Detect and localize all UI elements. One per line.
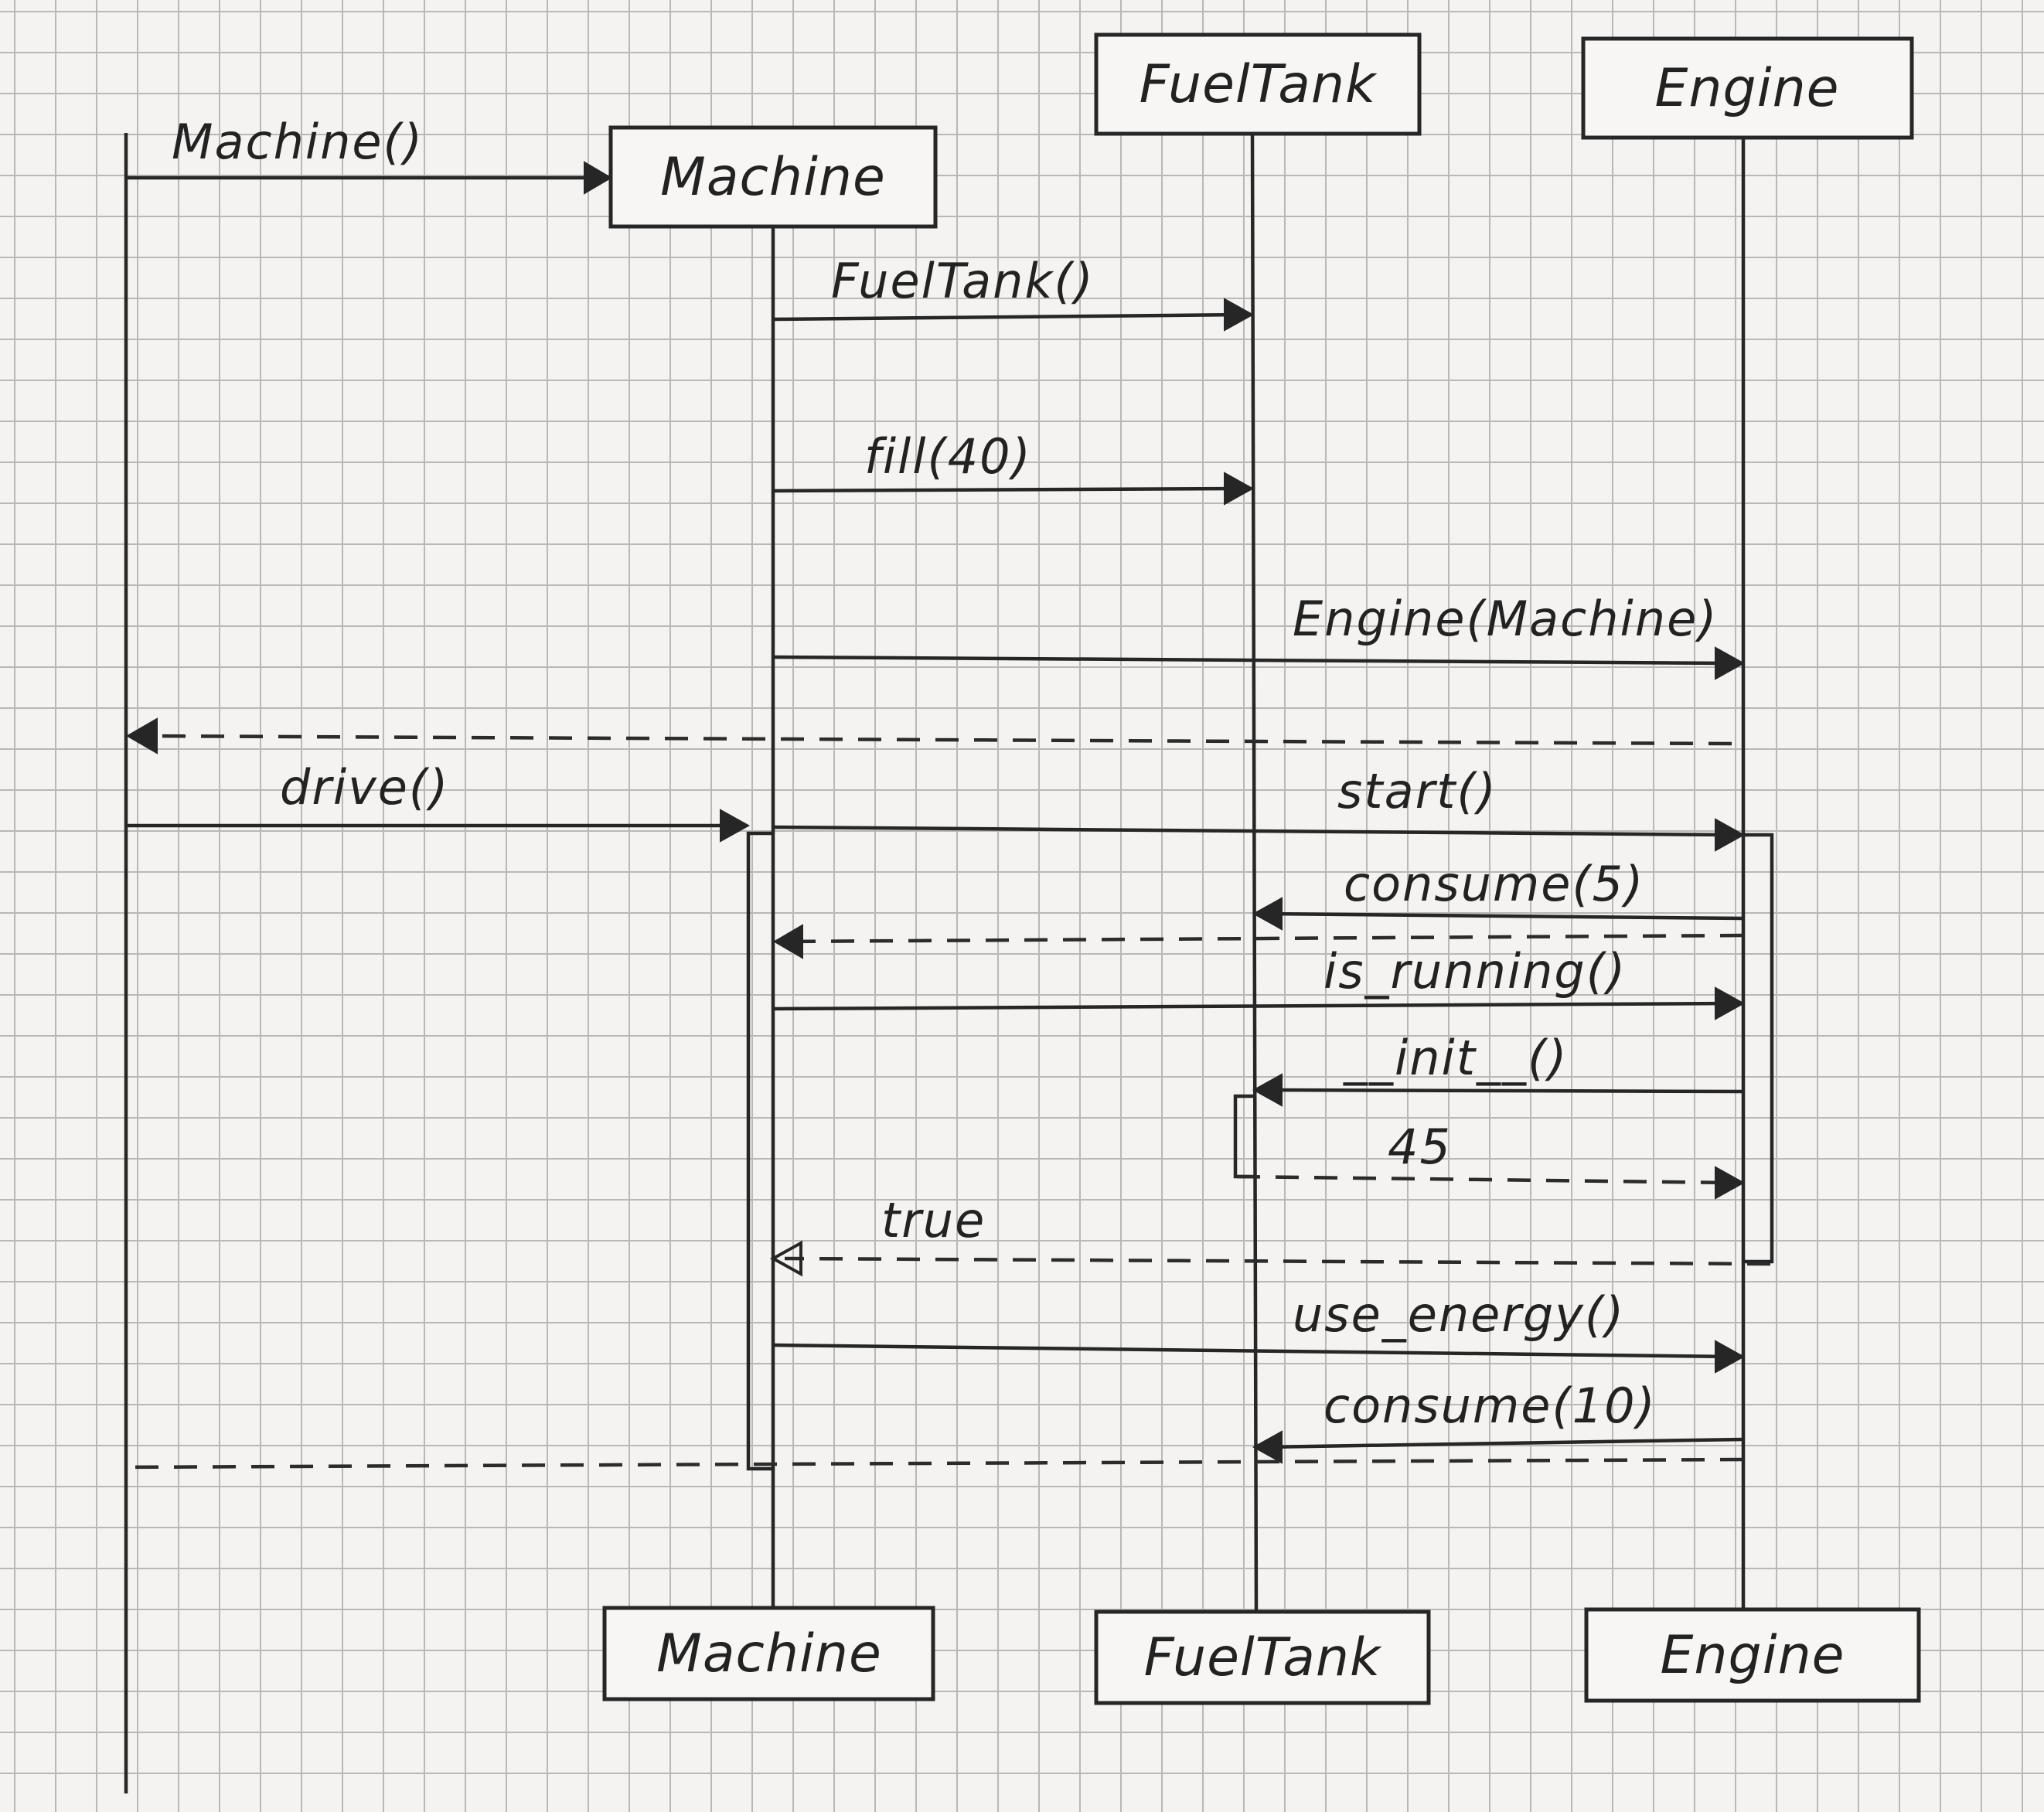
- engine-ctor-arrowhead: [1715, 646, 1746, 680]
- consume-5-arrowhead: [1252, 897, 1283, 931]
- machine-ctor-return: [142, 734, 1732, 746]
- machine-ctor-arrowhead: [584, 161, 612, 195]
- true-return: [784, 1256, 1771, 1266]
- sequence-diagram: Machine FuelTank Engine Machine() FuelTa…: [123, 32, 1921, 1793]
- engine-activation-bar: [1741, 833, 1774, 1264]
- engine-label-top: Engine: [1654, 58, 1839, 119]
- fueltank-label-top: FuelTank: [1140, 54, 1378, 115]
- start-arrowhead: [1715, 818, 1746, 852]
- machine-label-top: Machine: [660, 147, 886, 208]
- engine-ctor-label: Engine(Machine): [1293, 591, 1718, 647]
- fueltank-ctor-label: FuelTank(): [831, 253, 1095, 309]
- drive-return: [123, 1457, 1744, 1470]
- init-label: __init__(): [1343, 1030, 1568, 1086]
- fill-arrowhead: [1224, 472, 1255, 506]
- consume-10-label: consume(10): [1323, 1378, 1657, 1434]
- fueltank-activation-bar: [1233, 1094, 1255, 1179]
- is-running-arrowhead: [1715, 986, 1746, 1020]
- start-label: start(): [1337, 763, 1497, 819]
- fueltank-label-bottom: FuelTank: [1144, 1627, 1382, 1688]
- fueltank-ctor-arrow: [772, 312, 1244, 322]
- consume-10-arrow: [1263, 1437, 1744, 1449]
- consume-5-arrow: [1263, 911, 1744, 921]
- consume-5-label: consume(5): [1344, 856, 1644, 912]
- use-energy-arrow: [772, 1343, 1734, 1359]
- machine-activation-bar: [746, 831, 775, 1471]
- drive-arrowhead: [720, 809, 751, 843]
- use-energy-arrowhead: [1715, 1340, 1746, 1374]
- init-arrow: [1263, 1088, 1744, 1094]
- fill-arrow: [772, 486, 1244, 493]
- fueltank-lifeline: [1250, 133, 1259, 1616]
- is-running-label: is_running(): [1323, 943, 1627, 1000]
- machine-ctor-label: Machine(): [172, 114, 424, 170]
- fill-label: fill(40): [864, 428, 1032, 485]
- machine-ctor-return-arrowhead: [126, 717, 158, 754]
- start-return: [784, 933, 1744, 944]
- value-45-arrowhead: [1715, 1166, 1746, 1200]
- value-45-return: [1236, 1174, 1734, 1185]
- true-label: true: [881, 1192, 986, 1248]
- use-energy-label: use_energy(): [1293, 1286, 1625, 1343]
- consume-10-arrowhead: [1252, 1430, 1283, 1464]
- value-45-label: 45: [1388, 1119, 1452, 1175]
- fueltank-ctor-arrowhead: [1224, 298, 1255, 332]
- init-arrowhead: [1252, 1073, 1283, 1107]
- start-return-arrowhead: [773, 924, 803, 959]
- drive-label: drive(): [280, 759, 449, 816]
- machine-label-bottom: Machine: [656, 1623, 882, 1684]
- engine-label-bottom: Engine: [1660, 1625, 1845, 1686]
